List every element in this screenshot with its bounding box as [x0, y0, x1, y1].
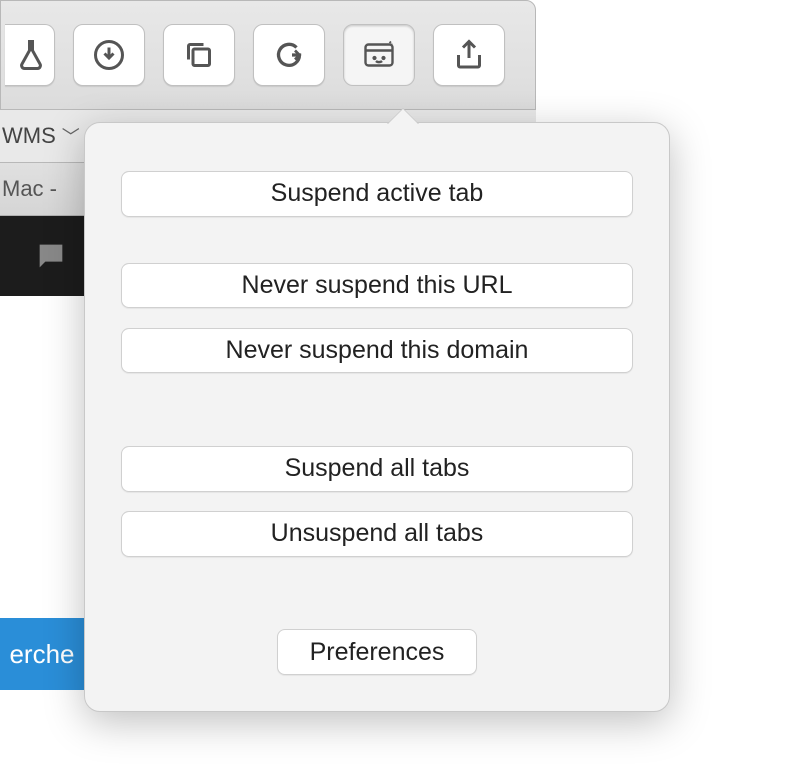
bookmark-label: WMS — [2, 123, 56, 149]
page-header-dark — [0, 216, 84, 296]
tab-bar: Mac - — [0, 163, 84, 216]
share-icon[interactable] — [433, 24, 505, 86]
download-icon[interactable] — [73, 24, 145, 86]
flask-icon[interactable] — [5, 24, 55, 86]
never-suspend-url-button[interactable]: Never suspend this URL — [121, 263, 633, 309]
preferences-button[interactable]: Preferences — [277, 629, 477, 675]
search-button[interactable]: erche — [0, 618, 84, 690]
browser-toolbar — [0, 0, 536, 110]
copy-icon[interactable] — [163, 24, 235, 86]
extension-popover: Suspend active tab Never suspend this UR… — [84, 122, 670, 712]
suspend-all-button[interactable]: Suspend all tabs — [121, 446, 633, 492]
chevron-down-icon: ﹀ — [62, 123, 80, 149]
search-button-label: erche — [9, 639, 74, 670]
bookmark-folder-wms[interactable]: WMS ﹀ — [2, 123, 80, 149]
unsuspend-all-button[interactable]: Unsuspend all tabs — [121, 511, 633, 557]
suspend-active-button[interactable]: Suspend active tab — [121, 171, 633, 217]
suspender-icon[interactable] — [343, 24, 415, 86]
chat-icon[interactable] — [34, 239, 68, 273]
active-tab-title[interactable]: Mac - — [2, 176, 57, 202]
grammarly-icon[interactable] — [253, 24, 325, 86]
never-suspend-domain-button[interactable]: Never suspend this domain — [121, 328, 633, 374]
